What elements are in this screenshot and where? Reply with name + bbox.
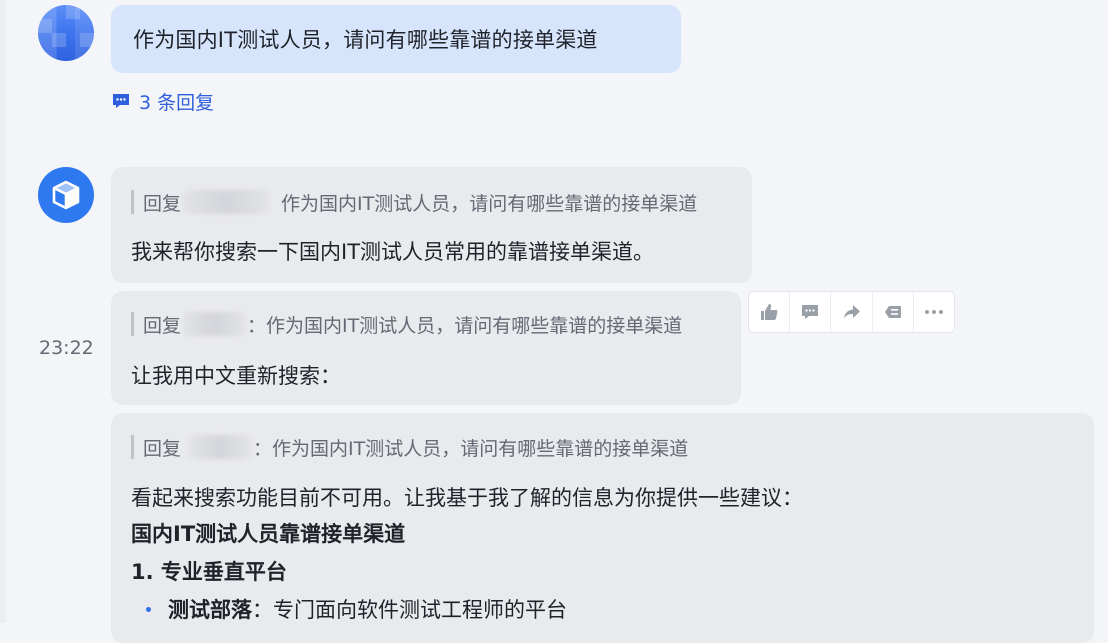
comment-icon — [802, 305, 819, 319]
thumbs-up-icon — [761, 304, 778, 320]
reply-quote[interactable]: 回复 作为国内IT测试人员，请问有哪些靠谱的接单渠道 — [131, 190, 698, 215]
answer-heading: 国内IT测试人员靠谱接单渠道 — [131, 522, 406, 546]
cube-icon — [52, 180, 80, 210]
list-item-text: ：专门面向软件测试工程师的平台 — [252, 598, 567, 622]
bullet-dot — [146, 606, 151, 612]
comment-button[interactable] — [790, 292, 832, 332]
blurred-username — [183, 312, 246, 336]
quote-prefix: 回复 — [143, 437, 182, 460]
left-edge — [0, 0, 6, 623]
message-actions-toolbar — [748, 291, 955, 333]
reply-icon — [884, 306, 901, 318]
quote-prefix: 回复 — [143, 314, 182, 337]
bot-message-text: 让我用中文重新搜索： — [131, 364, 341, 388]
replies-link[interactable]: 3 条回复 — [111, 89, 215, 114]
section-heading: 1. 专业垂直平台 — [131, 560, 287, 584]
user-message-bubble: 作为国内IT测试人员，请问有哪些靠谱的接单渠道 — [111, 5, 681, 73]
blurred-username — [183, 190, 270, 214]
list-item-title: 测试部落 — [168, 598, 252, 622]
user-message-text: 作为国内IT测试人员，请问有哪些靠谱的接单渠道 — [133, 28, 598, 52]
bot-avatar[interactable] — [38, 167, 94, 223]
like-button[interactable] — [749, 292, 791, 332]
quote-text: 作为国内IT测试人员，请问有哪些靠谱的接单渠道 — [281, 192, 698, 215]
message-timestamp: 23:22 — [39, 337, 94, 359]
list-item: 测试部落 ：专门面向软件测试工程师的平台 — [146, 594, 567, 624]
reply-quote[interactable]: 回复 ：作为国内IT测试人员，请问有哪些靠谱的接单渠道 — [131, 435, 689, 460]
blurred-username — [189, 435, 252, 459]
comment-icon — [113, 94, 129, 108]
quote-reply-button[interactable] — [873, 292, 914, 332]
replies-label: 3 条回复 — [139, 91, 215, 114]
quote-prefix: 回复 — [143, 192, 182, 215]
share-button[interactable] — [831, 292, 873, 332]
more-button[interactable] — [914, 292, 954, 332]
bot-message-intro: 看起来搜索功能目前不可用。让我基于我了解的信息为你提供一些建议： — [131, 486, 803, 510]
share-icon — [843, 305, 860, 319]
quote-text: ：作为国内IT测试人员，请问有哪些靠谱的接单渠道 — [247, 314, 683, 337]
more-icon — [924, 310, 943, 314]
quote-text: ：作为国内IT测试人员，请问有哪些靠谱的接单渠道 — [253, 437, 689, 460]
user-avatar[interactable] — [38, 5, 94, 61]
bot-message-text: 我来帮你搜索一下国内IT测试人员常用的靠谱接单渠道。 — [131, 240, 655, 264]
reply-quote[interactable]: 回复 ：作为国内IT测试人员，请问有哪些靠谱的接单渠道 — [131, 312, 683, 337]
